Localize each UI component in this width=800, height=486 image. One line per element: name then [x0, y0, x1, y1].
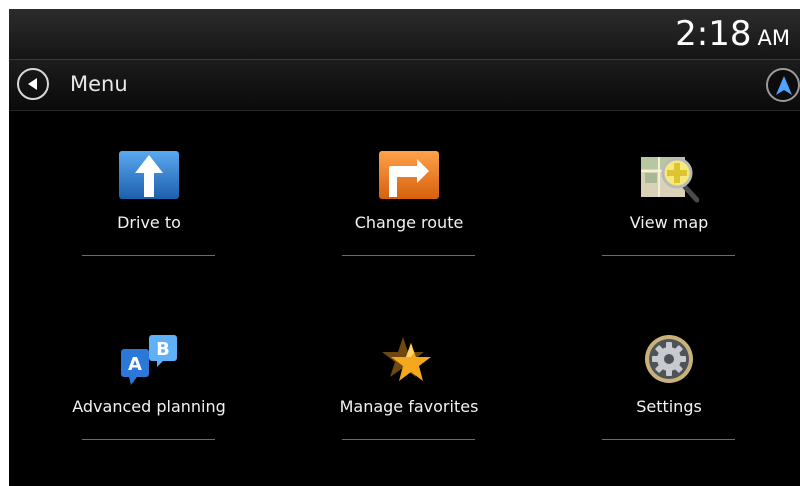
- back-button[interactable]: [17, 68, 49, 100]
- view-map-magnifier-icon: [641, 157, 699, 203]
- menu-item-drive-to[interactable]: Drive to: [49, 151, 249, 281]
- clock-ampm: AM: [757, 26, 790, 50]
- menu-item-view-map[interactable]: View map: [569, 151, 769, 281]
- menu-item-label: View map: [629, 213, 709, 232]
- menu-item-divider: [602, 255, 735, 256]
- clock-time: 2:18: [675, 14, 752, 54]
- svg-text:B: B: [156, 339, 170, 360]
- app-screen: 2:18 AM Menu Drive to Change route View …: [9, 9, 800, 486]
- change-route-icon: [379, 151, 439, 199]
- ab-planning-icon: B A: [121, 335, 177, 385]
- back-arrow-icon: [28, 78, 37, 90]
- navigation-arrow-icon: [776, 76, 792, 95]
- favorites-star-icon: [382, 337, 431, 381]
- menu-item-label: Drive to: [117, 213, 181, 232]
- status-bar: 2:18 AM: [9, 9, 800, 59]
- menu-item-label: Settings: [636, 397, 702, 416]
- svg-text:A: A: [128, 354, 142, 375]
- menu-item-label: Manage favorites: [339, 397, 479, 416]
- menu-item-divider: [82, 439, 215, 440]
- menu-item-divider: [342, 439, 475, 440]
- page-title: Menu: [70, 72, 128, 96]
- menu-item-manage-favorites[interactable]: Manage favorites: [309, 335, 509, 465]
- drive-to-arrow-icon: [119, 151, 179, 199]
- menu-header: Menu: [9, 59, 800, 111]
- menu-item-label: Change route: [354, 213, 464, 232]
- menu-item-label: Advanced planning: [72, 397, 226, 416]
- navigation-view-button[interactable]: [766, 68, 800, 102]
- settings-gear-icon: [645, 335, 693, 383]
- menu-item-change-route[interactable]: Change route: [309, 151, 509, 281]
- menu-item-divider: [602, 439, 735, 440]
- menu-item-advanced-planning[interactable]: B A Advanced planning: [49, 335, 249, 465]
- menu-item-settings[interactable]: Settings: [569, 335, 769, 465]
- menu-item-divider: [82, 255, 215, 256]
- menu-item-divider: [342, 255, 475, 256]
- clock: 2:18 AM: [675, 14, 790, 54]
